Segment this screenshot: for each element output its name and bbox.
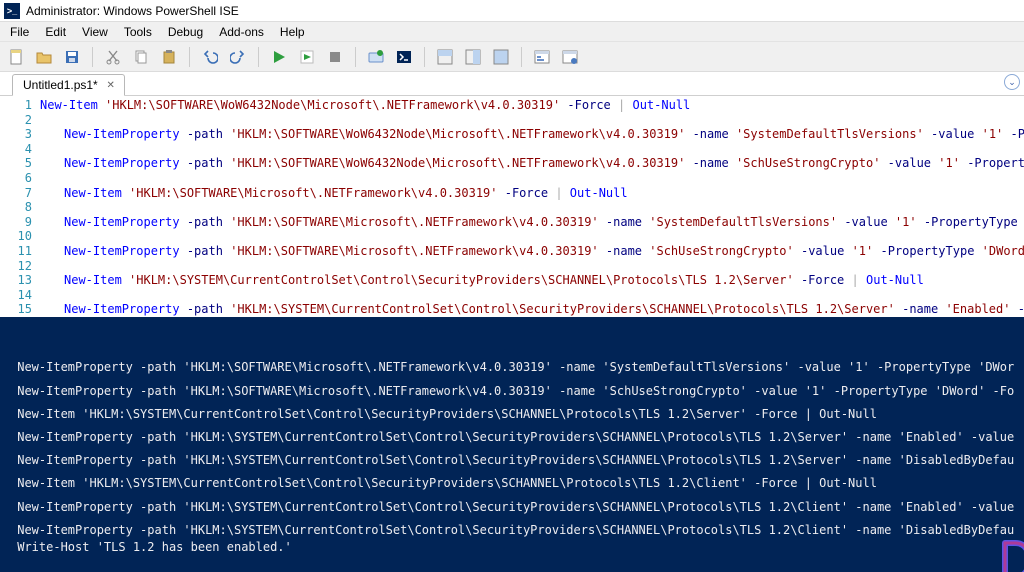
code-line[interactable]: New-Item 'HKLM:\SOFTWARE\Microsoft\.NETF… (40, 186, 1024, 201)
menu-help[interactable]: Help (272, 23, 313, 41)
collapse-script-pane-icon[interactable]: ⌄ (1004, 74, 1020, 90)
menu-view[interactable]: View (74, 23, 116, 41)
window-title: Administrator: Windows PowerShell ISE (26, 4, 239, 18)
open-file-icon[interactable] (34, 47, 54, 67)
run-selection-icon[interactable] (297, 47, 317, 67)
console-line: New-Item 'HKLM:\SYSTEM\CurrentControlSet… (10, 475, 1014, 492)
script-tabstrip: Untitled1.ps1* ✕ ⌄ (0, 72, 1024, 96)
toolbar-sep (92, 47, 93, 67)
toolbar-sep (521, 47, 522, 67)
code-line[interactable] (40, 229, 1024, 244)
console-line: New-ItemProperty -path 'HKLM:\SYSTEM\Cur… (10, 522, 1014, 539)
layout-script-top-icon[interactable] (435, 47, 455, 67)
code-line[interactable]: New-ItemProperty -path 'HKLM:\SYSTEM\Cur… (40, 302, 1024, 317)
undo-icon[interactable] (200, 47, 220, 67)
console-line: New-ItemProperty -path 'HKLM:\SOFTWARE\M… (10, 383, 1014, 400)
code-line[interactable] (40, 113, 1024, 128)
start-powershell-icon[interactable] (394, 47, 414, 67)
tab-label: Untitled1.ps1* (23, 78, 98, 92)
code-line[interactable] (40, 200, 1024, 215)
cut-icon[interactable] (103, 47, 123, 67)
layout-script-right-icon[interactable] (463, 47, 483, 67)
code-line[interactable]: New-ItemProperty -path 'HKLM:\SOFTWARE\M… (40, 244, 1024, 259)
console-line: New-ItemProperty -path 'HKLM:\SYSTEM\Cur… (10, 452, 1014, 469)
run-script-icon[interactable] (269, 47, 289, 67)
menu-tools[interactable]: Tools (116, 23, 160, 41)
menu-addons[interactable]: Add-ons (211, 23, 272, 41)
tab-close-icon[interactable]: ✕ (104, 78, 118, 92)
paste-icon[interactable] (159, 47, 179, 67)
code-line[interactable] (40, 171, 1024, 186)
redo-icon[interactable] (228, 47, 248, 67)
code-line[interactable]: New-ItemProperty -path 'HKLM:\SOFTWARE\W… (40, 127, 1024, 142)
console-line: New-Item 'HKLM:\SYSTEM\CurrentControlSet… (10, 406, 1014, 423)
code-line[interactable] (40, 259, 1024, 274)
toolbar-sep (424, 47, 425, 67)
toolbar (0, 42, 1024, 72)
menu-debug[interactable]: Debug (160, 23, 211, 41)
menu-edit[interactable]: Edit (37, 23, 74, 41)
title-bar: >_ Administrator: Windows PowerShell ISE (0, 0, 1024, 22)
toolbar-sep (355, 47, 356, 67)
watermark-logo (970, 520, 1016, 566)
console-line: New-ItemProperty -path 'HKLM:\SYSTEM\Cur… (10, 499, 1014, 516)
code-line[interactable] (40, 142, 1024, 157)
code-line[interactable] (40, 288, 1024, 303)
show-command-addon-icon[interactable] (532, 47, 552, 67)
menu-file[interactable]: File (2, 23, 37, 41)
stop-icon[interactable] (325, 47, 345, 67)
save-icon[interactable] (62, 47, 82, 67)
code-line[interactable]: New-Item 'HKLM:\SOFTWARE\WoW6432Node\Mic… (40, 98, 1024, 113)
console-line: New-ItemProperty -path 'HKLM:\SYSTEM\Cur… (10, 429, 1014, 446)
console-line: New-ItemProperty -path 'HKLM:\SOFTWARE\M… (10, 359, 1014, 376)
code-line[interactable]: New-Item 'HKLM:\SYSTEM\CurrentControlSet… (40, 273, 1024, 288)
tab-untitled1[interactable]: Untitled1.ps1* ✕ (12, 74, 125, 96)
script-editor[interactable]: 123456789101112131415161718 New-Item 'HK… (0, 96, 1024, 317)
console-line: Write-Host 'TLS 1.2 has been enabled.' (10, 539, 1014, 556)
show-command-window-icon[interactable] (560, 47, 580, 67)
copy-icon[interactable] (131, 47, 151, 67)
new-remote-tab-icon[interactable] (366, 47, 386, 67)
menu-bar: File Edit View Tools Debug Add-ons Help (0, 22, 1024, 42)
new-file-icon[interactable] (6, 47, 26, 67)
layout-script-max-icon[interactable] (491, 47, 511, 67)
code-area[interactable]: New-Item 'HKLM:\SOFTWARE\WoW6432Node\Mic… (40, 96, 1024, 317)
code-line[interactable]: New-ItemProperty -path 'HKLM:\SOFTWARE\W… (40, 156, 1024, 171)
console-pane[interactable]: New-ItemProperty -path 'HKLM:\SOFTWARE\M… (0, 317, 1024, 572)
line-number-gutter: 123456789101112131415161718 (0, 96, 40, 317)
toolbar-sep (189, 47, 190, 67)
code-line[interactable]: New-ItemProperty -path 'HKLM:\SOFTWARE\M… (40, 215, 1024, 230)
app-icon: >_ (4, 3, 20, 19)
toolbar-sep (258, 47, 259, 67)
